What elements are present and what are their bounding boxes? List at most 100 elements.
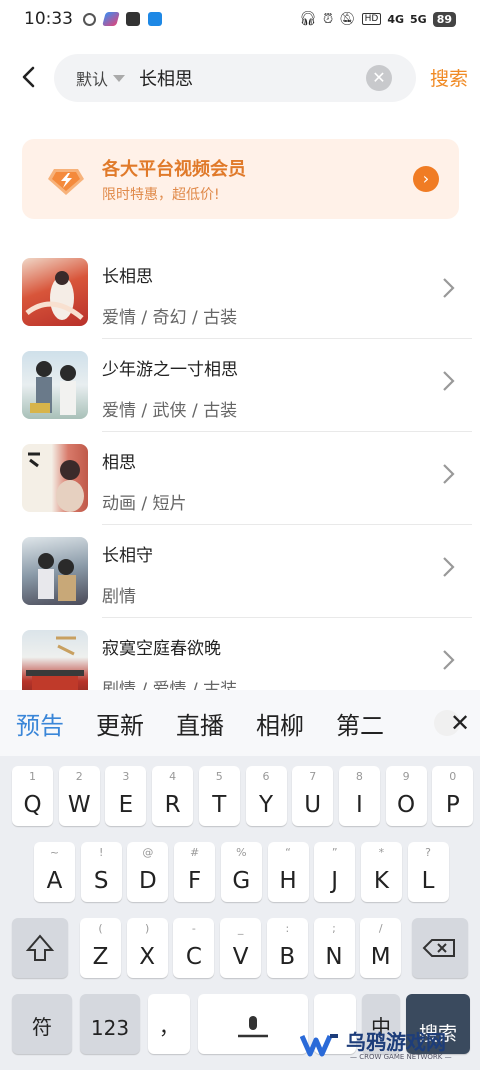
result-title: 长相守 <box>102 546 153 566</box>
key-label: T <box>212 792 227 818</box>
result-item[interactable]: 相思 动画 / 短片 <box>0 432 480 525</box>
key-label: W <box>67 792 91 818</box>
mute-icon: 🔕︎ <box>339 11 356 27</box>
suggestion-item[interactable]: 更新 <box>96 706 144 741</box>
search-input[interactable]: 默认 长相思 ✕ <box>54 54 416 102</box>
key-s[interactable]: ! S <box>80 842 122 902</box>
banner-go-button[interactable]: › <box>413 166 439 192</box>
suggestion-item[interactable]: 相柳 <box>256 706 304 741</box>
result-title: 长相思 <box>102 267 153 287</box>
key-l[interactable]: ? L <box>407 842 449 902</box>
poster-thumbnail <box>22 444 88 512</box>
numbers-key[interactable]: 123 <box>80 994 140 1054</box>
key-label: M <box>370 944 391 970</box>
close-icon: ✕ <box>372 68 386 87</box>
key-n[interactable]: ; N <box>313 918 355 978</box>
key-label: F <box>187 868 202 894</box>
status-icons: 🎧︎ ⏰︎ 🔕︎ HD 4G 5G 89 <box>299 11 456 27</box>
search-bar-row: 默认 长相思 ✕ 搜索 <box>0 52 480 104</box>
chevron-right-icon <box>443 557 455 577</box>
symbol-key[interactable]: 符 <box>12 994 72 1054</box>
chevron-right-icon <box>443 278 455 298</box>
key-secondary-label: 0 <box>449 770 457 783</box>
key-secondary-label: ! <box>98 846 104 859</box>
key-secondary-label: ” <box>331 846 338 859</box>
key-secondary-label: # <box>189 846 200 859</box>
key-j[interactable]: ” J <box>314 842 356 902</box>
key-h[interactable]: “H <box>267 842 309 902</box>
key-secondary-label: 7 <box>309 770 317 783</box>
key-label: D <box>139 868 157 894</box>
key-label: K <box>373 868 389 894</box>
chevron-right-icon: › <box>422 169 430 188</box>
result-tags: 爱情 / 奇幻 / 古装 <box>102 308 238 328</box>
key-p[interactable]: 0P <box>432 766 474 826</box>
key-secondary-label: “ <box>285 846 291 859</box>
watermark-subtitle: — CROW GAME NETWORK — <box>350 1053 452 1061</box>
key-d[interactable]: @ D <box>127 842 169 902</box>
key-label: C <box>185 944 202 970</box>
key-secondary-label: ( <box>98 922 103 935</box>
key-label: U <box>304 792 322 818</box>
key-u[interactable]: 7U <box>292 766 334 826</box>
key-label: G <box>232 868 251 894</box>
clear-search-button[interactable]: ✕ <box>366 65 392 91</box>
key-z[interactable]: (Z <box>80 918 121 978</box>
key-label: X <box>139 944 156 970</box>
result-item[interactable]: 长相思 爱情 / 奇幻 / 古装 <box>0 246 480 339</box>
search-filter-dropdown[interactable]: 默认 <box>76 66 139 90</box>
key-e[interactable]: 3E <box>105 766 147 826</box>
key-label: Y <box>258 792 274 818</box>
key-f[interactable]: # F <box>174 842 216 902</box>
key-b[interactable]: :B <box>266 918 308 978</box>
key-y[interactable]: 6Y <box>245 766 287 826</box>
shift-key[interactable] <box>12 918 68 978</box>
suggestion-item[interactable]: 预告 <box>16 706 64 741</box>
key-label: E <box>118 792 134 818</box>
result-item[interactable]: 长相守 剧情 <box>0 525 480 618</box>
app-notification-icon-2 <box>102 12 120 26</box>
caret-down-icon <box>113 74 126 82</box>
key-q[interactable]: 1Q <box>12 766 53 826</box>
back-button[interactable] <box>14 62 44 92</box>
watermark-brand: 乌鸦游戏网 <box>346 1030 446 1054</box>
key-t[interactable]: 5T <box>198 766 240 826</box>
app-notification-icon-3 <box>148 12 162 26</box>
key-i[interactable]: 8I <box>338 766 380 826</box>
key-c[interactable]: -C <box>173 918 215 978</box>
app-notification-icon <box>83 12 96 26</box>
key-g[interactable]: % G <box>220 842 262 902</box>
key-k[interactable]: * K <box>360 842 402 902</box>
hd-icon: HD <box>361 13 382 25</box>
key-a[interactable]: ~ A <box>34 842 75 902</box>
search-submit-button[interactable]: 搜索 <box>430 64 468 91</box>
key-label: Z <box>92 944 109 970</box>
chevron-right-icon <box>443 650 455 670</box>
key-secondary-label: @ <box>142 846 154 859</box>
comma-key[interactable]: ， <box>148 994 190 1054</box>
suggestion-item[interactable]: 第二 <box>336 706 384 741</box>
key-r[interactable]: 4R <box>152 766 194 826</box>
chevron-left-icon <box>22 66 35 88</box>
close-suggestions-button[interactable]: ✕ <box>434 710 470 736</box>
vip-promo-banner[interactable]: 各大平台视频会员 限时特惠，超低价! › <box>22 139 459 219</box>
poster-art <box>26 636 84 694</box>
key-secondary-label: 4 <box>169 770 177 783</box>
result-item[interactable]: 少年游之一寸相思 爱情 / 武侠 / 古装 <box>0 339 480 432</box>
key-label: 符 <box>32 1015 52 1039</box>
key-label: R <box>164 792 181 818</box>
key-w[interactable]: 2W <box>58 766 100 826</box>
key-secondary-label: ~ <box>49 846 60 859</box>
key-o[interactable]: 9O <box>385 766 427 826</box>
key-label: Q <box>23 792 42 818</box>
signal-4g-icon: 4G <box>387 12 404 26</box>
space-key[interactable] <box>198 994 308 1054</box>
suggestion-item[interactable]: 直播 <box>176 706 224 741</box>
key-x[interactable]: ) X <box>126 918 168 978</box>
key-secondary-label: / <box>378 922 383 935</box>
key-m[interactable]: / M <box>360 918 402 978</box>
backspace-key[interactable] <box>412 918 468 978</box>
key-label: J <box>331 868 339 894</box>
key-v[interactable]: _ V <box>220 918 262 978</box>
key-secondary-label: 8 <box>355 770 363 783</box>
